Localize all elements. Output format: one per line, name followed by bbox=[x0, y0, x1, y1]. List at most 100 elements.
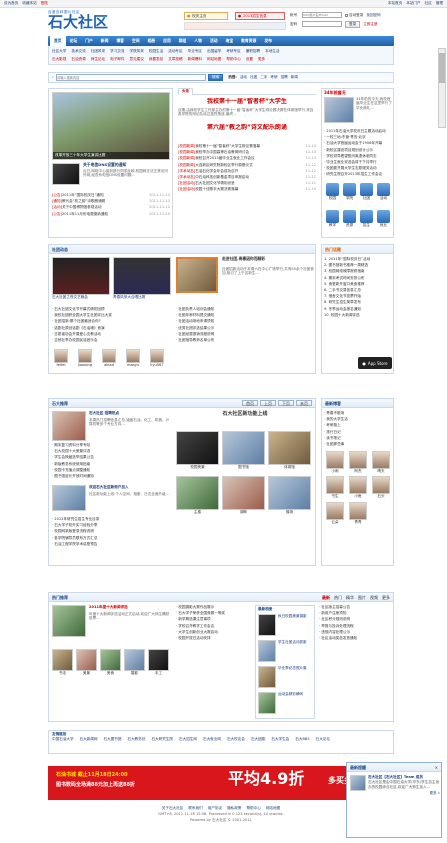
blog-avatar-card[interactable]: 云朵 bbox=[325, 501, 345, 524]
user-card[interactable]: feifei bbox=[52, 349, 70, 373]
side-item[interactable]: · 社区活动奖品发放通知 bbox=[319, 636, 391, 642]
sub-nav-item[interactable]: 石油资源 bbox=[71, 57, 85, 61]
right-icon-tile[interactable]: 校园 bbox=[325, 183, 340, 207]
nav-item[interactable]: 空间 bbox=[128, 38, 144, 44]
recommend-item[interactable]: · 图书馆延长开放时间通知 bbox=[52, 474, 172, 480]
right-icon-tile[interactable]: 社团 bbox=[359, 183, 374, 207]
sub-nav-item[interactable]: 电子邮件 bbox=[110, 57, 124, 61]
user-card[interactable]: akiad bbox=[100, 349, 118, 373]
blog-avatar-card[interactable]: 书生 bbox=[325, 476, 345, 498]
sub-nav-item[interactable]: 新闻爆料 bbox=[188, 57, 202, 61]
center-headline-2[interactable]: 第六届“教之韵”诗文配乐朗诵 bbox=[178, 124, 316, 132]
sub-nav-item[interactable]: 活动专区 bbox=[168, 49, 182, 53]
gallery-tile[interactable]: 美景 bbox=[76, 649, 97, 675]
right-news-item[interactable]: · 研究生院召开2013年招生工作会议 bbox=[324, 172, 393, 178]
user-card[interactable]: liyu567 bbox=[148, 349, 166, 373]
site-logo[interactable]: 百度百科图片社区 石大社区 bbox=[48, 10, 110, 32]
hot-item[interactable]: 10. 校园十大新闻评选 bbox=[324, 313, 393, 319]
scrollbar[interactable] bbox=[438, 48, 446, 128]
footer-link[interactable]: 联系我们 bbox=[188, 806, 202, 810]
nav-item[interactable]: 教育资源 bbox=[237, 38, 260, 44]
top-right-link-1[interactable]: 本站首页 bbox=[388, 1, 402, 5]
activity-feature-thumb[interactable] bbox=[176, 257, 218, 293]
album-item[interactable]: 运动会精彩瞬间 bbox=[258, 692, 312, 716]
friend-link[interactable]: 石大招生网 bbox=[179, 737, 197, 741]
friend-link[interactable]: 石大图书馆 bbox=[104, 737, 122, 741]
recommend-thumb[interactable] bbox=[52, 411, 86, 441]
sub-nav-item[interactable]: 师生论坛 bbox=[91, 57, 105, 61]
sub-nav-item[interactable]: 毕业专区 bbox=[188, 49, 202, 53]
blog-avatar-card[interactable]: 石头 bbox=[371, 476, 391, 498]
sub-nav-item[interactable]: 更多 bbox=[258, 57, 265, 61]
sub-nav-item[interactable]: 学院风采 bbox=[130, 49, 144, 53]
right-icon-tile[interactable]: 活动 bbox=[376, 183, 391, 207]
scrollbar-thumb[interactable] bbox=[439, 53, 445, 83]
hot-search-item[interactable]: 活动 bbox=[240, 75, 247, 79]
top-link-fav[interactable]: 收藏本站 bbox=[22, 1, 36, 5]
nav-item[interactable]: 相册 bbox=[144, 38, 160, 44]
sub-nav-item[interactable]: 网站地图 bbox=[207, 57, 221, 61]
top-right-link-4[interactable]: 管理 bbox=[436, 1, 443, 5]
photo-tile[interactable]: 操场 bbox=[268, 476, 311, 518]
footer-link[interactable]: 关于石大社区 bbox=[162, 806, 184, 810]
pager-button[interactable]: 首页 bbox=[242, 400, 258, 406]
user-card[interactable]: maoyu bbox=[124, 349, 142, 373]
left-feature-title[interactable]: 关于电信DNS设置的通知 bbox=[83, 162, 169, 168]
left-news-item[interactable]: [公告]2011年11月份电费缴纳通知 2011-11-10 bbox=[52, 212, 170, 218]
password-input[interactable] bbox=[302, 21, 342, 27]
user-card[interactable]: jiaoqing bbox=[76, 349, 94, 373]
nav-item[interactable]: 淘宝 bbox=[222, 38, 238, 44]
center-news-item[interactable]: [社团活动]校园十佳歌手大赛决赛落幕 11-10 bbox=[178, 187, 316, 193]
hot-search-item[interactable]: 新闻 bbox=[291, 75, 298, 79]
blog-avatar-card[interactable]: 阿杰 bbox=[348, 451, 368, 473]
right-icon-tile[interactable]: 学院 bbox=[342, 183, 357, 207]
search-input[interactable] bbox=[56, 74, 207, 81]
nav-item[interactable]: 门户 bbox=[81, 38, 97, 44]
top-right-link-2[interactable]: 本站门户 bbox=[406, 1, 420, 5]
nav-item[interactable]: 应用 bbox=[159, 38, 175, 44]
nav-item[interactable]: 活动 bbox=[206, 38, 222, 44]
bottom-item[interactable]: · 校园开放日活动安排 bbox=[176, 636, 251, 642]
top-link-home[interactable]: 设为首页 bbox=[4, 1, 18, 5]
hot-search-item[interactable]: 社团 bbox=[250, 75, 257, 79]
gallery-tile[interactable]: 摄影 bbox=[124, 649, 145, 675]
gallery-tile[interactable]: 手工 bbox=[148, 649, 169, 675]
nav-item[interactable]: 群组 bbox=[175, 38, 191, 44]
badge-admission[interactable]: ● 2013招生信息 bbox=[235, 12, 285, 20]
video-2[interactable]: 青春风采大合唱比赛 bbox=[113, 257, 171, 301]
left-headline-photo[interactable]: 改革开放三十年大学生演讲比赛 bbox=[52, 92, 170, 160]
activity-feature-title[interactable]: 走进社团,青春因你而精彩 bbox=[222, 256, 314, 262]
sub-nav-item[interactable]: 意见建议 bbox=[130, 57, 144, 61]
nav-item[interactable]: 首页 bbox=[50, 36, 66, 46]
sub-nav-item[interactable]: 社团风采 bbox=[91, 49, 105, 53]
activity-item-2[interactable]: · 社团指导教师名单公布 bbox=[176, 338, 314, 344]
promo-banner[interactable]: 石油书城 截止11月18日24:00 图书数码全场满88元加上再送88折 平均4… bbox=[48, 766, 394, 800]
blog-avatar-card[interactable]: 小雨 bbox=[325, 451, 345, 473]
friend-link[interactable]: 石大BBS bbox=[295, 737, 309, 741]
recommend-item-2[interactable]: · 石油工程学院学术讲座预告 bbox=[52, 542, 172, 548]
right-icon-tile[interactable]: 资源 bbox=[342, 210, 357, 234]
footer-link[interactable]: 帮助中心 bbox=[246, 806, 260, 810]
footer-link[interactable]: 隐私政策 bbox=[227, 806, 241, 810]
nav-item[interactable]: 发布 bbox=[260, 38, 276, 44]
sub-nav-item[interactable]: 本地生活 bbox=[265, 49, 279, 53]
center-headline[interactable]: 我校第十一届“智者杯”大学生 bbox=[178, 98, 316, 106]
friend-link[interactable]: 石大教务处 bbox=[128, 737, 146, 741]
album-item[interactable]: 秋日校园美景摄影 bbox=[258, 614, 312, 638]
photo-tile[interactable]: 图书馆 bbox=[222, 431, 265, 473]
friend-link[interactable]: 石大论坛 bbox=[316, 737, 330, 741]
sub-nav-item[interactable]: 考研专区 bbox=[226, 49, 240, 53]
nav-item[interactable]: 新闻 bbox=[97, 38, 113, 44]
gallery-tile[interactable]: 书法 bbox=[52, 649, 73, 675]
top-right-link-3[interactable]: 社区 bbox=[425, 1, 432, 5]
photo-tile[interactable]: 湖畔 bbox=[222, 476, 265, 518]
activity-item[interactable]: · 吉他社举办校园民谣音乐会 bbox=[52, 338, 172, 344]
nav-item[interactable]: 博客 bbox=[112, 38, 128, 44]
footer-link[interactable]: 用户协议 bbox=[208, 806, 222, 810]
close-icon[interactable]: × bbox=[435, 765, 438, 770]
bottom-tab[interactable]: 图片 bbox=[358, 595, 366, 600]
bottom-feature-title[interactable]: 2011年度十大新闻评选 bbox=[89, 605, 172, 609]
bottom-feature-thumb[interactable] bbox=[52, 605, 86, 637]
friend-link[interactable]: 石大学生会 bbox=[271, 737, 289, 741]
photo-tile[interactable]: 主楼 bbox=[176, 476, 219, 518]
